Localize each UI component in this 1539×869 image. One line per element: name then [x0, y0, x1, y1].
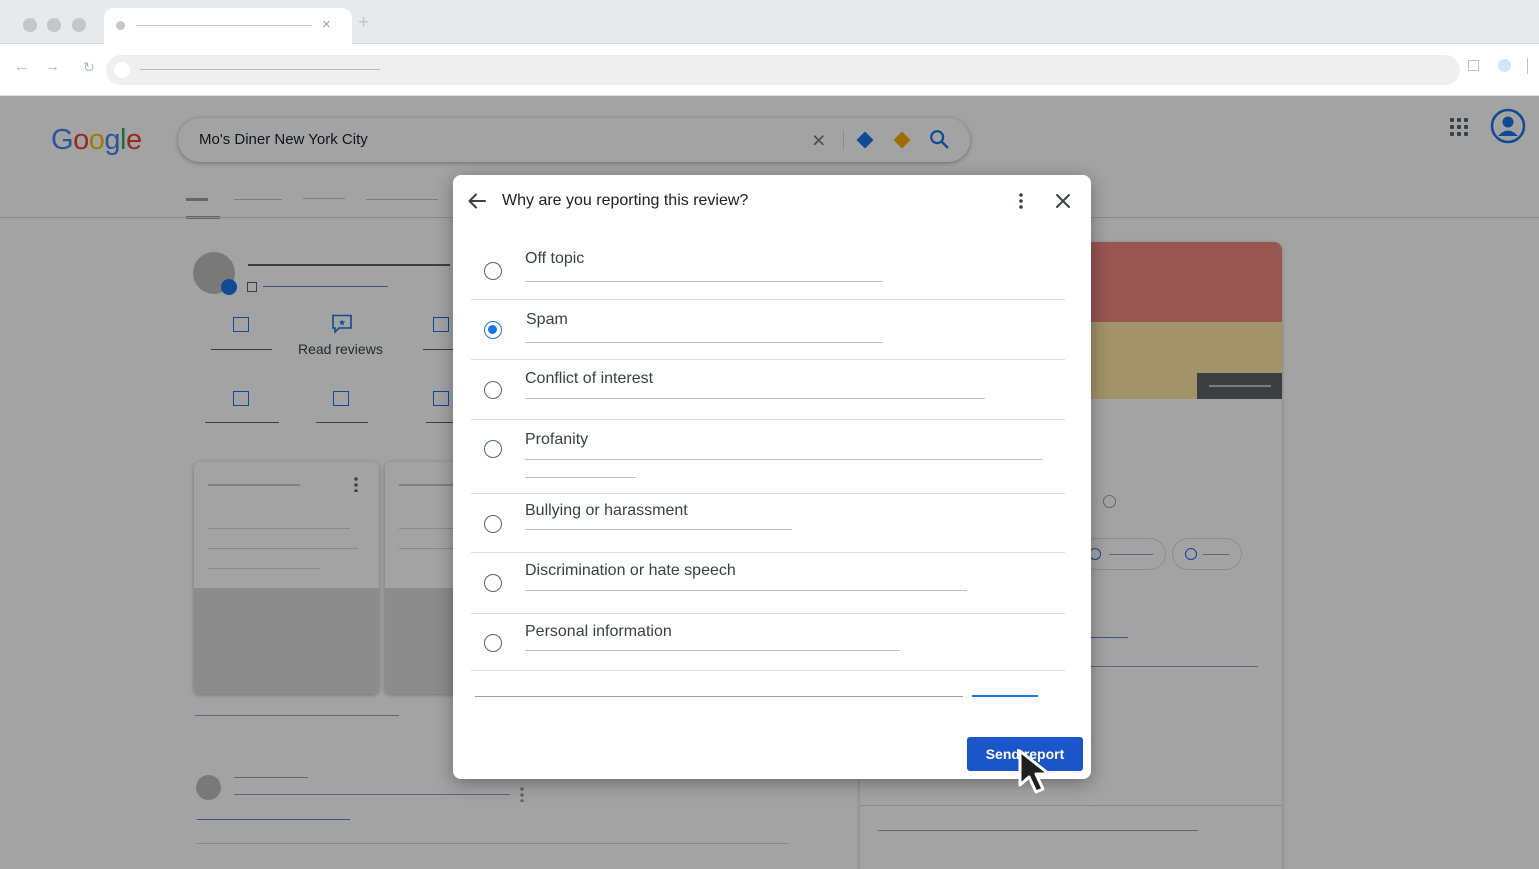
- option-off-topic[interactable]: Off topic: [471, 237, 1065, 300]
- browser-forward-icon[interactable]: →: [45, 57, 60, 77]
- learn-more-link-placeholder[interactable]: [972, 695, 1038, 697]
- option-label: Profanity: [525, 431, 589, 448]
- option-bullying-or-harassment[interactable]: Bullying or harassment: [471, 494, 1065, 553]
- option-label: Spam: [526, 311, 568, 328]
- browser-toolbar: ← → ↻: [0, 44, 1539, 96]
- tab-title-placeholder: [136, 25, 312, 26]
- option-description-placeholder: [525, 281, 883, 282]
- new-tab-icon[interactable]: +: [358, 12, 369, 34]
- url-placeholder: [140, 69, 380, 70]
- window-zoom-dot[interactable]: [72, 18, 86, 32]
- cursor-icon: [1018, 749, 1051, 794]
- dialog-title: Why are you reporting this review?: [502, 192, 749, 209]
- tab-favicon-icon: [116, 21, 125, 30]
- option-description-placeholder: [525, 342, 883, 343]
- option-discrimination-or-hate-speech[interactable]: Discrimination or hate speech: [471, 553, 1065, 614]
- option-conflict-of-interest[interactable]: Conflict of interest: [471, 360, 1065, 420]
- browser-tab-bar: × +: [0, 0, 1539, 44]
- option-description-placeholder: [525, 459, 1042, 460]
- extension-icon[interactable]: [1468, 60, 1479, 71]
- option-label: Personal information: [525, 623, 672, 640]
- option-description-placeholder: [525, 650, 900, 651]
- radio-button[interactable]: [484, 515, 502, 533]
- profile-icon[interactable]: [1498, 59, 1511, 72]
- radio-button[interactable]: [484, 574, 502, 592]
- window-minimize-dot[interactable]: [47, 18, 61, 32]
- radio-button[interactable]: [484, 440, 502, 458]
- option-label: Bullying or harassment: [525, 502, 688, 519]
- option-description-placeholder: [525, 590, 967, 591]
- option-label: Conflict of interest: [525, 370, 654, 387]
- radio-button-selected[interactable]: [484, 321, 502, 339]
- more-vert-icon[interactable]: [1009, 189, 1033, 213]
- option-profanity[interactable]: Profanity: [471, 420, 1065, 494]
- address-bar[interactable]: [106, 55, 1460, 85]
- option-label: Discrimination or hate speech: [525, 562, 736, 579]
- window-close-dot[interactable]: [23, 18, 37, 32]
- browser-back-icon[interactable]: ←: [14, 57, 29, 77]
- option-description-placeholder: [525, 398, 985, 399]
- close-icon[interactable]: [1051, 189, 1075, 213]
- toolbar-divider: [1527, 58, 1528, 74]
- option-spam[interactable]: Spam: [471, 300, 1065, 360]
- footer-text-placeholder: [475, 696, 963, 697]
- site-info-icon[interactable]: [114, 62, 130, 78]
- option-description-placeholder: [525, 529, 792, 530]
- report-review-dialog: Why are you reporting this review? Off t…: [453, 175, 1091, 779]
- radio-button[interactable]: [484, 381, 502, 399]
- search-results-page: Google Mo's Diner New York City × ★ Read…: [0, 96, 1539, 869]
- option-label: Off topic: [525, 250, 585, 267]
- option-description-placeholder: [525, 477, 636, 478]
- option-personal-information[interactable]: Personal information: [471, 614, 1065, 671]
- back-arrow-icon[interactable]: [465, 189, 489, 213]
- browser-tab[interactable]: ×: [104, 8, 352, 44]
- tab-close-icon[interactable]: ×: [322, 16, 331, 34]
- browser-reload-icon[interactable]: ↻: [83, 57, 95, 77]
- radio-button[interactable]: [484, 634, 502, 652]
- radio-button[interactable]: [484, 262, 502, 280]
